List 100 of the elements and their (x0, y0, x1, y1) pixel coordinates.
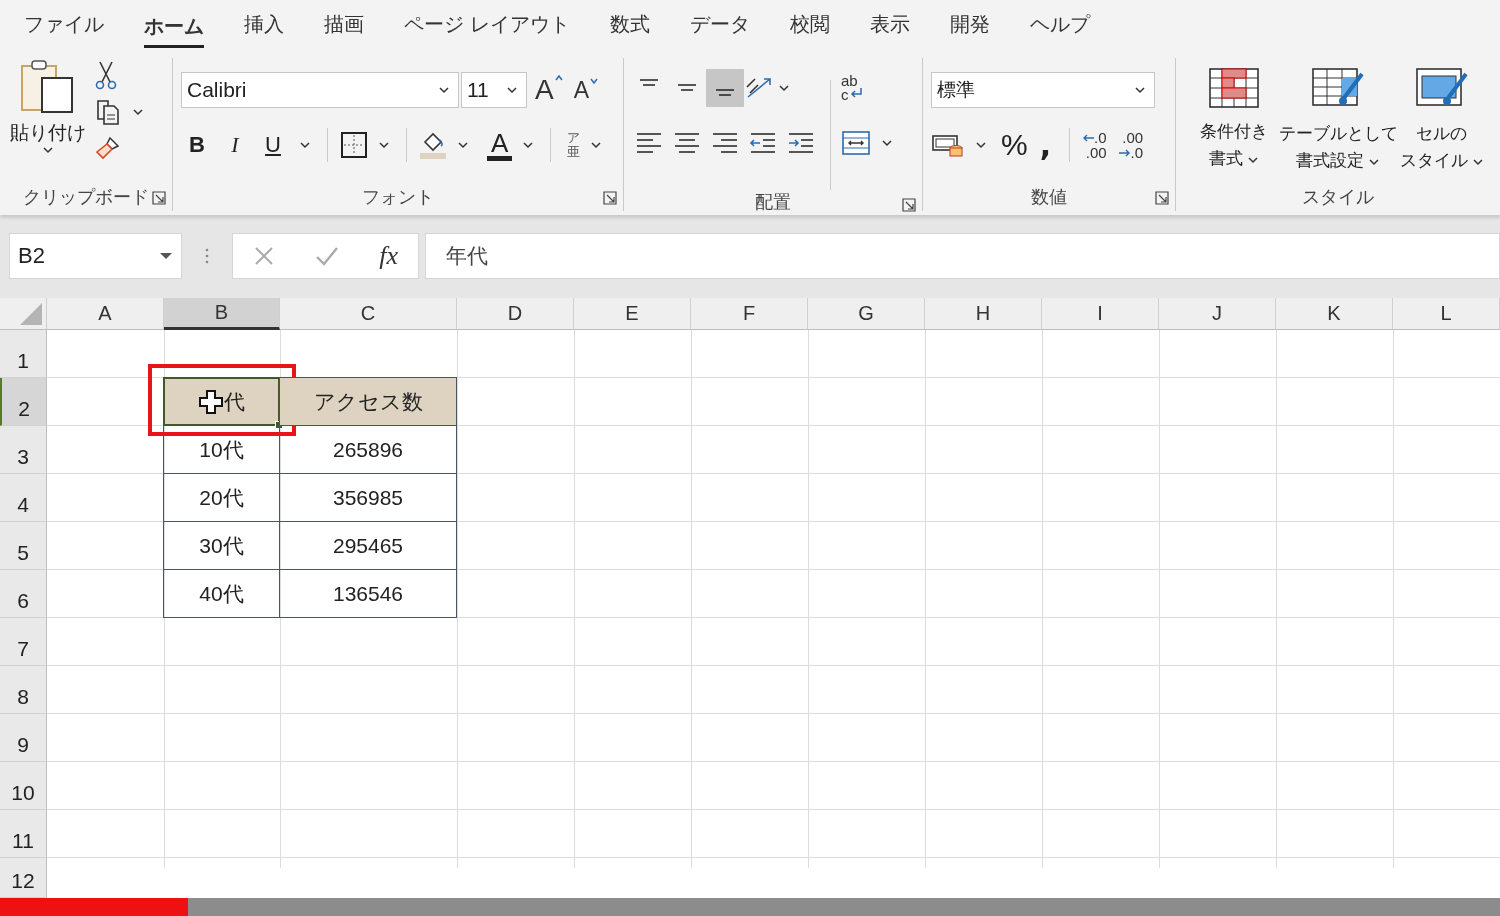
column-header[interactable]: F (691, 298, 808, 330)
number-format-dropdown[interactable]: 標準 (931, 72, 1155, 108)
ribbon-tab[interactable]: 校閲 (769, 5, 850, 49)
row-header[interactable]: 11 (0, 810, 47, 858)
column-header[interactable]: C (280, 298, 457, 330)
decrease-decimal-button[interactable]: .00 .0 (1118, 130, 1144, 160)
group-label: フォント (362, 186, 434, 209)
drag-handle-icon[interactable] (204, 246, 210, 266)
fill-color-icon[interactable] (419, 130, 447, 160)
comma-style-button[interactable]: , (1039, 127, 1052, 163)
style-button-label[interactable]: テーブルとして 書式設定 (1278, 120, 1398, 174)
caret-icon (589, 76, 600, 85)
table-cell[interactable]: 20代 (163, 474, 280, 522)
grow-font-button[interactable]: A (535, 74, 564, 106)
caret-icon[interactable] (881, 139, 893, 147)
column-header[interactable]: B (164, 298, 280, 330)
conditional-format-icon[interactable] (1209, 68, 1259, 108)
header-cell[interactable]: アクセス数 (279, 377, 457, 426)
row-header[interactable]: 3 (0, 426, 47, 474)
caret-icon (1368, 158, 1381, 166)
row-header[interactable]: 10 (0, 762, 47, 810)
column-header[interactable]: K (1276, 298, 1393, 330)
caret-icon[interactable] (778, 84, 790, 92)
column-header[interactable]: L (1393, 298, 1500, 330)
font-color-button[interactable]: A (487, 129, 513, 161)
scissors-icon[interactable] (94, 60, 118, 90)
dialog-launcher-icon[interactable] (152, 191, 166, 205)
row-header[interactable]: 5 (0, 522, 47, 570)
row-header[interactable]: 1 (0, 330, 47, 378)
caret-icon[interactable] (590, 141, 603, 149)
caret-icon[interactable] (378, 141, 390, 149)
caret-icon[interactable] (132, 108, 144, 116)
table-cell[interactable]: 30代 (163, 522, 280, 570)
insert-function-button[interactable]: fx (379, 241, 398, 271)
table-cell[interactable]: 10代 (163, 426, 280, 474)
ribbon-tab[interactable]: ページ レイアウト (384, 5, 590, 49)
font-name-dropdown[interactable]: Calibri (181, 72, 459, 108)
row-header[interactable]: 7 (0, 618, 47, 666)
brush-icon[interactable] (94, 134, 122, 162)
clipboard-icon (20, 60, 76, 114)
caret-icon[interactable] (299, 141, 311, 149)
font-size-dropdown[interactable]: 11 (461, 72, 527, 108)
dialog-launcher-icon[interactable] (1155, 191, 1169, 205)
column-header[interactable]: A (47, 298, 164, 330)
wrap-text-button[interactable]: ab c (841, 74, 863, 102)
row-header[interactable]: 4 (0, 474, 47, 522)
column-header[interactable]: J (1159, 298, 1276, 330)
ribbon-tab[interactable]: 表示 (849, 5, 930, 49)
header-cell[interactable]: 代 (163, 377, 280, 426)
column-header[interactable]: I (1042, 298, 1159, 330)
caret-icon (1472, 158, 1485, 166)
vertical-align-icon[interactable] (706, 69, 744, 107)
column-header[interactable]: D (457, 298, 574, 330)
column-header[interactable]: H (925, 298, 1042, 330)
style-button-label[interactable]: 条件付き 書式 (1200, 118, 1268, 172)
caret-icon[interactable] (975, 141, 987, 149)
caret-icon[interactable] (457, 141, 469, 149)
merge-cells-icon[interactable] (841, 130, 871, 156)
check-icon[interactable] (315, 245, 340, 267)
ribbon-tab[interactable]: ファイル (4, 5, 124, 49)
row-header[interactable]: 8 (0, 666, 47, 714)
ribbon-tab[interactable]: ヘルプ (1009, 5, 1110, 49)
row-header[interactable]: 2 (0, 378, 47, 426)
column-header[interactable]: G (808, 298, 925, 330)
table-cell[interactable]: 136546 (279, 570, 457, 618)
bold-button[interactable]: B (181, 132, 213, 158)
group-label: クリップボード (23, 186, 149, 209)
dropdown-triangle-icon (159, 252, 173, 260)
shrink-font-button[interactable]: A (573, 76, 600, 104)
column-header[interactable]: E (574, 298, 691, 330)
underline-button[interactable]: U (257, 132, 289, 158)
dialog-launcher-icon[interactable] (902, 198, 916, 212)
ribbon-tab[interactable]: 開発 (929, 5, 1010, 49)
table-cell[interactable]: 265896 (279, 426, 457, 474)
ribbon-tab[interactable]: 数式 (589, 5, 670, 49)
percent-button[interactable]: % (1001, 128, 1028, 162)
paste-button[interactable]: 貼り付け (6, 60, 90, 154)
caret-icon[interactable] (522, 141, 535, 149)
orientation-icon[interactable] (744, 75, 774, 101)
ribbon-tab[interactable]: データ (669, 5, 770, 49)
ribbon-tab[interactable]: 描画 (304, 5, 384, 49)
row-header[interactable]: 12 (0, 858, 47, 898)
name-box[interactable]: B2 (9, 233, 182, 279)
borders-icon[interactable] (340, 131, 368, 159)
formula-field[interactable]: 年代 (425, 233, 1500, 279)
phonetic-button[interactable]: ア 亜 (567, 131, 581, 159)
italic-button[interactable]: I (219, 132, 251, 158)
row-header[interactable]: 6 (0, 570, 47, 618)
dialog-launcher-icon[interactable] (603, 191, 617, 205)
row-header[interactable]: 9 (0, 714, 47, 762)
ribbon-tab[interactable]: 挿入 (224, 5, 304, 49)
copy-icon[interactable] (94, 98, 122, 126)
table-cell[interactable]: 356985 (279, 474, 457, 522)
table-cell[interactable]: 295465 (279, 522, 457, 570)
table-cell[interactable]: 40代 (163, 570, 280, 618)
caret-icon (42, 146, 54, 154)
style-button-label[interactable]: セルの スタイル (1399, 120, 1485, 174)
increase-decimal-button[interactable]: .0 .00 (1082, 130, 1107, 160)
ribbon-tab[interactable]: ホーム (144, 6, 204, 48)
caret-up-icon (553, 74, 564, 82)
